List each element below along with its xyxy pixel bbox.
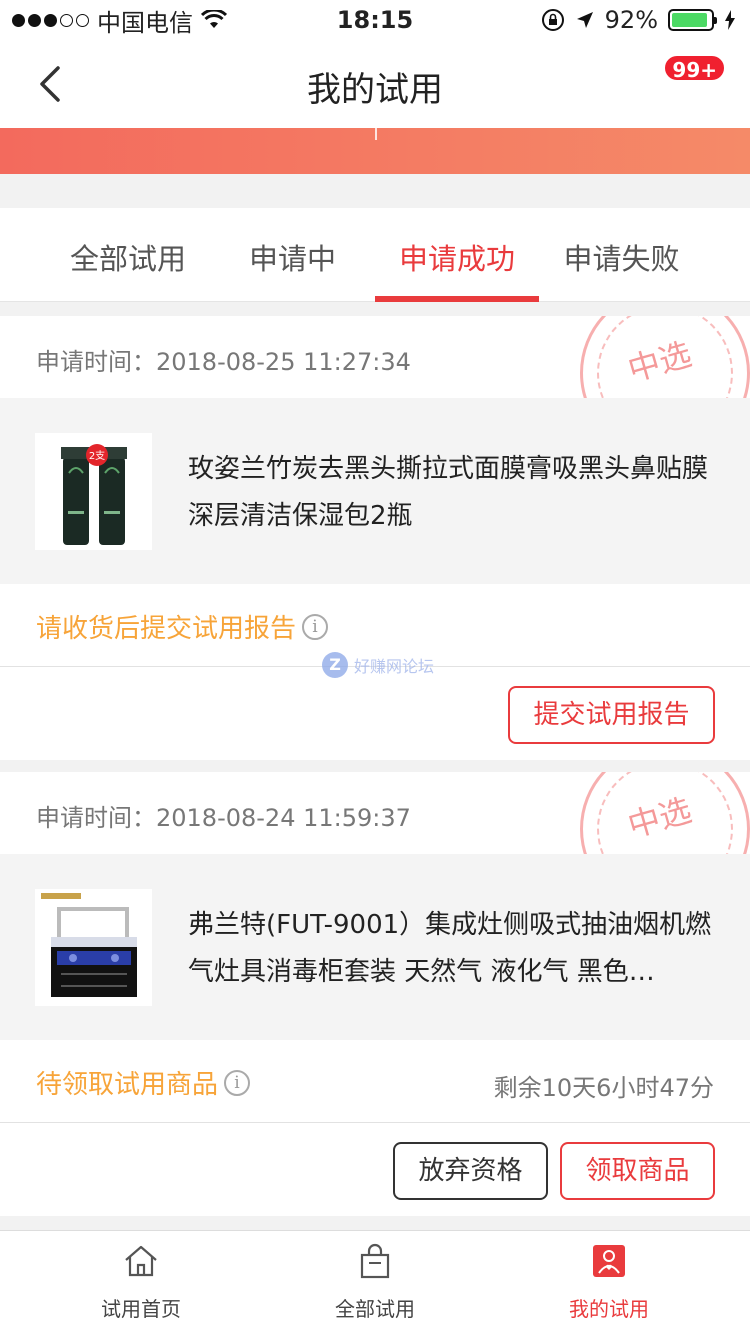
- product-thumbnail: [35, 889, 152, 1006]
- status-bar-right: 92%: [541, 6, 736, 34]
- thumb-badge-label: 2支: [89, 450, 105, 462]
- nav-bar: 我的试用 99+: [0, 40, 750, 128]
- info-icon[interactable]: i: [224, 1069, 251, 1096]
- watermark-text: 好赚网论坛: [354, 657, 435, 676]
- submit-report-button[interactable]: 提交试用报告: [508, 686, 715, 744]
- tabbar-item-home[interactable]: 试用首页: [16, 1231, 266, 1334]
- watermark: Z 好赚网论坛: [322, 652, 434, 678]
- battery-percent: 92%: [604, 6, 658, 34]
- give-up-button[interactable]: 放弃资格: [393, 1142, 548, 1200]
- battery-icon: [668, 9, 717, 31]
- face-mask-tubes-image: 2支: [61, 444, 127, 545]
- tab-indicator: [375, 296, 539, 302]
- orientation-lock-icon: [541, 9, 564, 31]
- watermark-logo-icon: Z: [322, 652, 348, 678]
- tabbar-item-all[interactable]: 全部试用: [250, 1231, 500, 1334]
- tab-applying[interactable]: 申请中: [210, 236, 375, 278]
- product-name: 弗兰特(FUT-9001）集成灶侧吸式抽油烟机燃气灶具消毒柜套装 天然气 液化气…: [188, 910, 712, 987]
- product-thumbnail: 2支: [35, 433, 152, 550]
- range-hood-stove-image: [41, 893, 137, 997]
- tabbar-label: 我的试用: [569, 1297, 649, 1321]
- page-title: 我的试用: [307, 70, 443, 110]
- charging-icon: [725, 10, 735, 30]
- apply-time: 申请时间：2018-08-24 11:59:37: [36, 804, 411, 832]
- claim-product-button[interactable]: 领取商品: [560, 1142, 715, 1200]
- tab-success[interactable]: 申请成功: [375, 236, 539, 278]
- tab-all[interactable]: 全部试用: [46, 236, 210, 278]
- product-name: 玫姿兰竹炭去黑头撕拉式面膜膏吸黑头鼻贴膜 深层清洁保湿包2瓶: [188, 454, 709, 531]
- tabbar-label: 试用首页: [101, 1297, 181, 1321]
- trial-status: 请收货后提交试用报告 i: [36, 608, 329, 645]
- trial-status-label: 待领取试用商品: [36, 1070, 219, 1100]
- status-bar: 中国电信 18:15 92%: [0, 0, 750, 40]
- divider: [0, 1122, 750, 1123]
- trial-status-label: 请收货后提交试用报告: [36, 614, 297, 644]
- trial-card: 申请时间：2018-08-25 11:27:34 中选 2支 玫姿兰竹炭去黑头撕…: [0, 316, 750, 760]
- tabbar-label: 全部试用: [335, 1297, 415, 1321]
- location-icon: [576, 12, 593, 28]
- product-row[interactable]: 2支 玫姿兰竹炭去黑头撕拉式面膜膏吸黑头鼻贴膜 深层清洁保湿包2瓶: [0, 398, 750, 584]
- status-tabs: 全部试用 申请中 申请成功 申请失败: [0, 208, 750, 302]
- remaining-time: 剩余10天6小时47分: [493, 1074, 714, 1102]
- tabbar-item-my-trial[interactable]: 我的试用: [484, 1231, 734, 1334]
- my-trial-icon: [593, 1245, 625, 1277]
- apply-time: 申请时间：2018-08-25 11:27:34: [36, 348, 411, 376]
- bottom-tab-bar: 试用首页 全部试用 我的试用: [0, 1230, 750, 1334]
- bag-icon: [360, 1243, 390, 1279]
- info-icon[interactable]: i: [302, 613, 329, 640]
- trial-status: 待领取试用商品 i: [36, 1064, 251, 1101]
- product-row[interactable]: 弗兰特(FUT-9001）集成灶侧吸式抽油烟机燃气灶具消毒柜套装 天然气 液化气…: [0, 854, 750, 1040]
- banner-divider: [375, 128, 377, 140]
- tab-failed[interactable]: 申请失败: [539, 236, 704, 278]
- header-banner: [0, 128, 750, 174]
- notification-badge: 99+: [663, 54, 726, 82]
- home-icon: [125, 1245, 157, 1277]
- trial-card: 申请时间：2018-08-24 11:59:37 中选 弗兰特(FUT-9001…: [0, 772, 750, 1216]
